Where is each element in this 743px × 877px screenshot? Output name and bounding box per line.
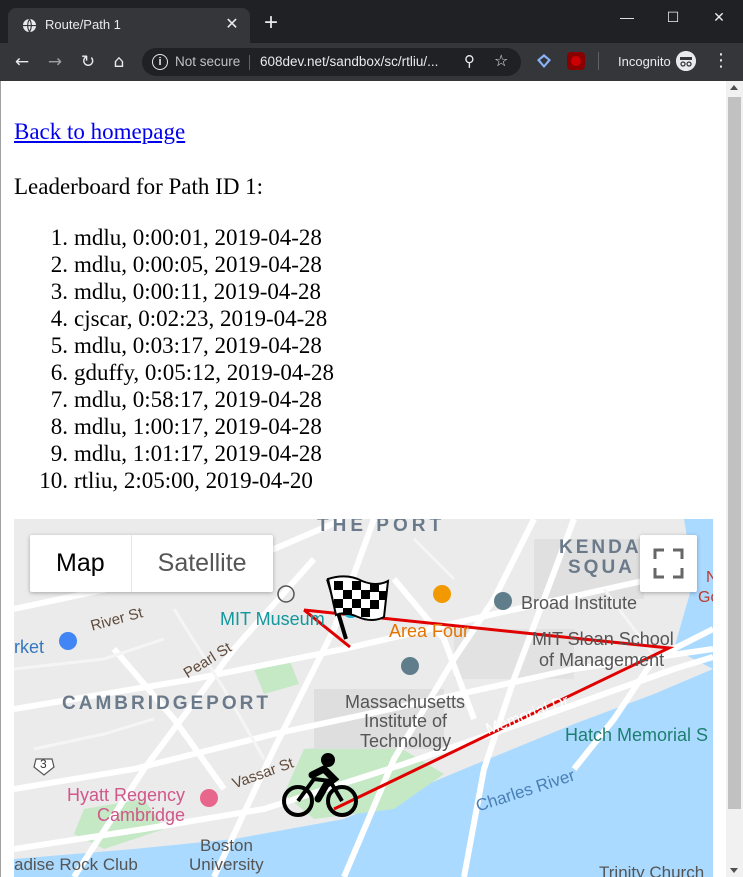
rank-number: 10.	[39, 468, 68, 493]
list-item: 10. rtliu, 2:05:00, 2019-04-20	[39, 467, 334, 494]
map-label-boston-1: Boston	[200, 836, 253, 855]
map-label-cambridgeport: CAMBRIDGEPORT	[62, 693, 271, 714]
map-label-broad: Broad Institute	[521, 593, 638, 613]
maximize-icon[interactable]: ☐	[650, 4, 696, 30]
new-tab-button[interactable]: +	[260, 11, 282, 35]
list-item: 8. mdlu, 1:00:17, 2019-04-28	[51, 413, 334, 440]
entry-text: mdlu, 0:00:05, 2019-04-28	[74, 252, 322, 277]
entry-text: mdlu, 1:01:17, 2019-04-28	[74, 441, 322, 466]
ublock-icon[interactable]	[567, 52, 585, 70]
tab-strip: Route/Path 1 ✕ + — ☐ ✕	[0, 0, 743, 43]
list-item: 6. gduffy, 0:05:12, 2019-04-28	[51, 359, 335, 386]
entry-text: mdlu, 1:00:17, 2019-04-28	[74, 414, 322, 439]
map-label-area-four: Area Four	[389, 621, 470, 641]
page-viewport: Back to homepage Leaderboard for Path ID…	[0, 81, 727, 877]
map-type-map-button[interactable]: Map	[30, 535, 131, 592]
home-icon[interactable]: ⌂	[107, 50, 131, 74]
vertical-scrollbar[interactable]	[726, 81, 743, 877]
fullscreen-button[interactable]	[640, 535, 697, 592]
map-label-mit-museum: MIT Museum	[220, 609, 325, 629]
rank-number: 8.	[50, 414, 68, 439]
map-label-hyatt-2: Cambridge	[97, 805, 186, 825]
map-type-control: Map Satellite	[30, 535, 273, 592]
map-label-market: rket	[14, 637, 45, 657]
leaderboard-list: 1. mdlu, 0:00:01, 2019-04-28 2. mdlu, 0:00…	[39, 224, 335, 494]
fullscreen-icon	[653, 548, 684, 579]
map-label-boston-2: University	[189, 855, 264, 874]
more-menu-icon[interactable]: ⋮	[712, 51, 730, 71]
entry-text: rtliu, 2:05:00, 2019-04-20	[74, 468, 313, 493]
extension-diamond-icon[interactable]	[535, 52, 553, 70]
leaderboard-heading: Leaderboard for Path ID 1:	[14, 174, 264, 199]
route-3-shield: 3	[40, 757, 47, 771]
browser-toolbar: ← → ↻ ⌂ i Not secure 608dev.net/sandbox/…	[0, 43, 743, 81]
rank-number: 2.	[50, 252, 68, 277]
browser-tab[interactable]: Route/Path 1 ✕	[8, 8, 250, 43]
zoom-icon[interactable]: ⚲	[464, 52, 475, 70]
map-type-satellite-button[interactable]: Satellite	[130, 535, 273, 592]
incognito-icon[interactable]	[676, 51, 696, 71]
back-arrow-icon[interactable]: ←	[10, 50, 34, 74]
list-item: 1. mdlu, 0:00:01, 2019-04-28	[51, 224, 334, 251]
rank-number: 6.	[50, 360, 68, 385]
list-item: 7. mdlu, 0:58:17, 2019-04-28	[51, 386, 334, 413]
map-label-sloan-1: MIT Sloan School	[532, 629, 674, 649]
map-label-sloan-2: of Management	[539, 650, 665, 670]
rank-number: 5.	[50, 333, 68, 358]
finish-flag-icon	[326, 575, 390, 640]
map-label-mit-3: Technology	[360, 731, 452, 751]
map-label-the-port: THE PORT	[317, 519, 446, 536]
map-label-mit-1: Massachusetts	[345, 692, 466, 712]
toolbar-divider	[598, 52, 599, 70]
route-map[interactable]: THE PORT KENDA SQUA N Go River St MIT Mu…	[14, 519, 713, 877]
map-label-square: SQUA	[568, 557, 635, 578]
tab-close-icon[interactable]: ✕	[224, 17, 240, 33]
address-bar[interactable]: i Not secure 608dev.net/sandbox/sc/rtliu…	[142, 48, 521, 76]
rank-number: 7.	[50, 387, 68, 412]
back-to-homepage-link[interactable]: Back to homepage	[14, 119, 185, 145]
entry-text: mdlu, 0:00:11, 2019-04-28	[74, 279, 322, 304]
list-item: 4. cjscar, 0:02:23, 2019-04-28	[51, 305, 334, 332]
list-item: 5. mdlu, 0:03:17, 2019-04-28	[51, 332, 334, 359]
list-item: 3. mdlu, 0:00:11, 2019-04-28	[51, 278, 334, 305]
map-label-mit-2: Institute of	[364, 711, 448, 731]
info-icon[interactable]: i	[152, 54, 168, 70]
map-label-right-edge: N	[706, 569, 713, 587]
list-item: 9. mdlu, 1:01:17, 2019-04-28	[51, 440, 334, 467]
list-item: 2. mdlu, 0:00:05, 2019-04-28	[51, 251, 334, 278]
url-text[interactable]: 608dev.net/sandbox/sc/rtliu/...	[260, 54, 438, 69]
forward-arrow-icon[interactable]: →	[43, 50, 67, 74]
entry-text: mdlu, 0:00:01, 2019-04-28	[74, 225, 322, 250]
scroll-thumb[interactable]	[728, 97, 741, 809]
rank-number: 3.	[50, 279, 68, 304]
tab-title: Route/Path 1	[45, 17, 121, 32]
map-label-paradise: adise Rock Club	[14, 855, 138, 874]
scroll-down-arrow-icon[interactable]	[730, 868, 738, 873]
map-label-trinity: Trinity Church	[599, 863, 705, 877]
security-label[interactable]: Not secure	[175, 54, 240, 69]
rank-number: 1.	[50, 225, 68, 250]
entry-text: mdlu, 0:58:17, 2019-04-28	[74, 387, 322, 412]
rank-number: 4.	[50, 306, 68, 331]
entry-text: mdlu, 0:03:17, 2019-04-28	[74, 333, 322, 358]
globe-icon	[22, 18, 37, 33]
entry-text: cjscar, 0:02:23, 2019-04-28	[74, 306, 328, 331]
map-label-kendall: KENDA	[559, 537, 642, 558]
map-label-hatch: Hatch Memorial S	[565, 725, 709, 745]
incognito-label[interactable]: Incognito	[618, 54, 671, 69]
reload-icon[interactable]: ↻	[76, 50, 100, 74]
rank-number: 9.	[50, 441, 68, 466]
map-label-right-edge-2: Go	[698, 589, 713, 606]
entry-text: gduffy, 0:05:12, 2019-04-28	[74, 360, 335, 385]
omnibox-divider	[249, 55, 250, 70]
minimize-icon[interactable]: —	[604, 4, 650, 30]
cyclist-icon	[282, 753, 358, 817]
map-label-hyatt-1: Hyatt Regency	[67, 785, 186, 805]
bookmark-star-icon[interactable]: ☆	[494, 51, 508, 70]
scroll-up-arrow-icon[interactable]	[730, 85, 738, 90]
window-close-icon[interactable]: ✕	[696, 4, 742, 30]
